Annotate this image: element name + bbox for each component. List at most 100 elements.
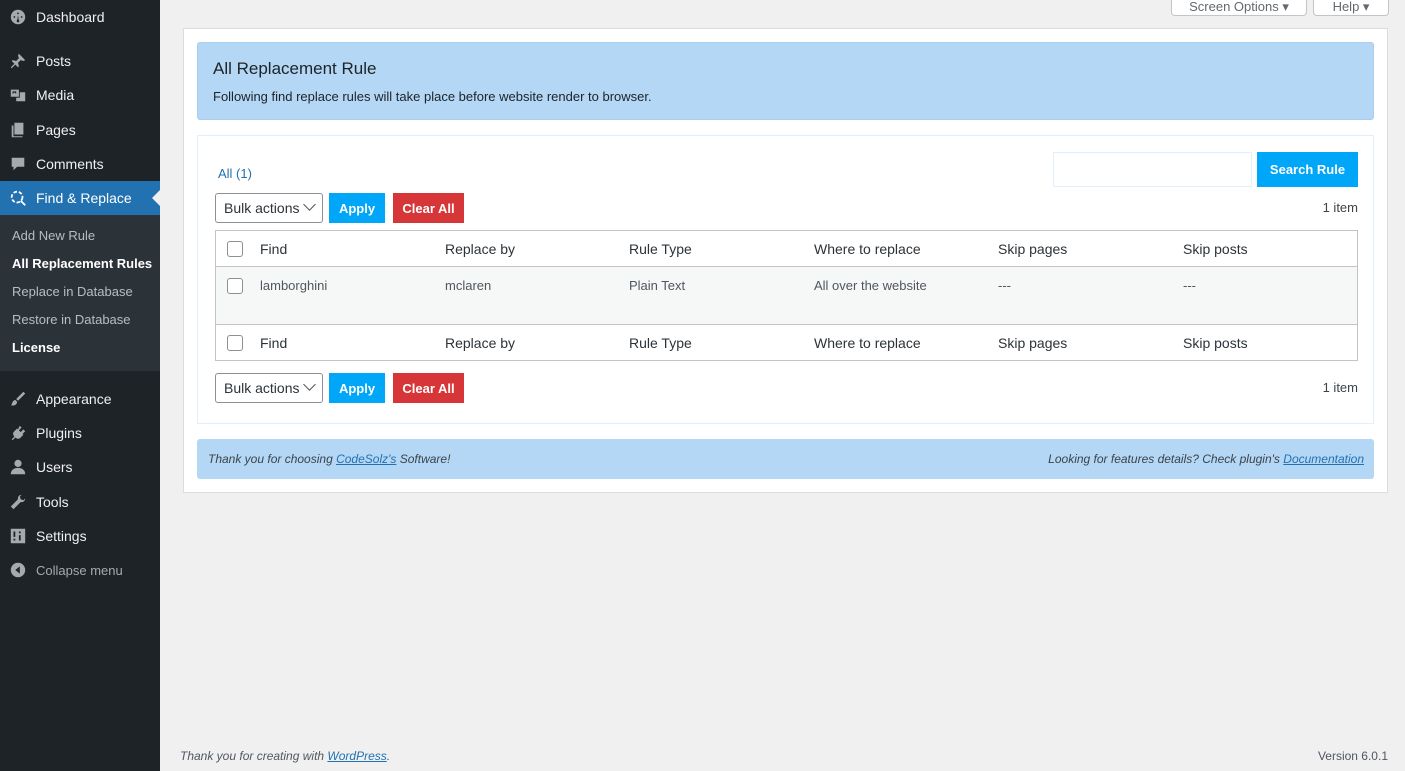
table-footer-row: Find Replace by Rule Type Where to repla… (216, 324, 1357, 360)
screen-options-button[interactable]: Screen Options ▾ (1171, 0, 1307, 16)
codesolz-link[interactable]: CodeSolz's (336, 452, 396, 466)
menu-comments[interactable]: Comments (0, 147, 160, 181)
chevron-down-icon (303, 378, 316, 391)
collapse-menu-button[interactable]: Collapse menu (0, 553, 160, 587)
submenu-replace-in-database[interactable]: Replace in Database (0, 278, 160, 306)
column-footer-skip-posts: Skip posts (1183, 334, 1248, 351)
collapse-icon (0, 561, 36, 579)
help-button[interactable]: Help ▾ (1313, 0, 1389, 16)
menu-settings[interactable]: Settings (0, 519, 160, 553)
menu-dashboard[interactable]: Dashboard (0, 0, 160, 34)
cell-replace-by: mclaren (445, 278, 492, 293)
cell-where-to-replace: All over the website (814, 278, 927, 293)
chevron-down-icon (303, 198, 316, 211)
plugin-footer-left: Thank you for choosing CodeSolz's Softwa… (208, 452, 450, 466)
menu-label: Users (36, 459, 73, 475)
menu-users[interactable]: Users (0, 450, 160, 484)
page-title: All Replacement Rule (213, 59, 377, 78)
menu-label: Settings (36, 528, 87, 544)
column-header-skip-pages: Skip pages (998, 240, 1068, 257)
settings-icon (0, 527, 36, 545)
comment-icon (0, 155, 36, 173)
cell-rule-type: Plain Text (629, 278, 686, 293)
find-replace-submenu: Add New Rule All Replacement Rules Repla… (0, 215, 160, 371)
search-rule-button[interactable]: Search Rule (1257, 152, 1358, 187)
documentation-link[interactable]: Documentation (1283, 452, 1364, 466)
menu-label: Find & Replace (36, 190, 132, 206)
menu-appearance[interactable]: Appearance (0, 382, 160, 416)
filter-all-link[interactable]: All (1) (218, 166, 252, 181)
user-icon (0, 458, 36, 476)
apply-button-bottom[interactable]: Apply (329, 373, 385, 403)
wp-footer-prefix: Thank you for creating with (180, 749, 328, 763)
find-replace-icon (0, 189, 36, 207)
menu-label: Tools (36, 494, 69, 510)
page-header-box: All Replacement Rule Following find repl… (197, 42, 1374, 120)
footer-left-suffix: Software! (396, 452, 451, 466)
cell-skip-pages: --- (998, 278, 1011, 293)
dashboard-icon (0, 8, 36, 26)
footer-left-prefix: Thank you for choosing (208, 452, 337, 466)
select-all-checkbox[interactable] (227, 240, 243, 257)
plugin-footer-right: Looking for features details? Check plug… (1048, 452, 1364, 466)
column-header-skip-posts: Skip posts (1183, 240, 1248, 257)
rules-list-box: All (1) Search Rule Bulk actions Apply C… (197, 135, 1374, 424)
pages-icon (0, 121, 36, 139)
menu-label: Comments (36, 156, 104, 172)
brush-icon (0, 390, 36, 408)
search-input[interactable] (1053, 152, 1252, 187)
bulk-actions-select-top[interactable]: Bulk actions (215, 193, 323, 223)
submenu-add-new-rule[interactable]: Add New Rule (0, 222, 160, 250)
clear-all-button-top[interactable]: Clear All (393, 193, 464, 223)
table-header-row: Find Replace by Rule Type Where to repla… (216, 231, 1357, 267)
bulk-actions-label: Bulk actions (224, 200, 300, 216)
wp-footer-thankyou: Thank you for creating with WordPress. (180, 749, 390, 763)
page-subtitle: Following find replace rules will take p… (213, 89, 652, 104)
cell-find[interactable]: lamborghini (260, 278, 327, 293)
column-footer-where-to-replace: Where to replace (814, 334, 921, 351)
column-footer-rule-type: Rule Type (629, 334, 692, 351)
plugin-footer-box: Thank you for choosing CodeSolz's Softwa… (197, 439, 1374, 479)
menu-tools[interactable]: Tools (0, 485, 160, 519)
menu-label: Media (36, 87, 75, 103)
column-header-where-to-replace: Where to replace (814, 240, 921, 257)
column-footer-replace-by: Replace by (445, 334, 516, 351)
menu-media[interactable]: Media (0, 78, 160, 112)
footer-right-prefix: Looking for features details? Check plug… (1048, 452, 1284, 466)
select-all-checkbox-footer[interactable] (227, 334, 243, 351)
media-icon (0, 86, 36, 104)
column-header-rule-type: Rule Type (629, 240, 692, 257)
rules-table: Find Replace by Rule Type Where to repla… (215, 230, 1358, 361)
wrench-icon (0, 493, 36, 511)
column-footer-skip-pages: Skip pages (998, 334, 1068, 351)
clear-all-button-bottom[interactable]: Clear All (393, 373, 464, 403)
plug-icon (0, 424, 36, 442)
collapse-label: Collapse menu (36, 562, 123, 578)
table-row: lamborghini mclaren Plain Text All over … (216, 267, 1357, 324)
menu-find-replace[interactable]: Find & Replace (0, 181, 160, 215)
column-footer-find: Find (260, 334, 288, 351)
apply-button-top[interactable]: Apply (329, 193, 385, 223)
menu-pages[interactable]: Pages (0, 113, 160, 147)
main-wrap: All Replacement Rule Following find repl… (183, 28, 1388, 493)
submenu-restore-in-database[interactable]: Restore in Database (0, 306, 160, 334)
menu-plugins[interactable]: Plugins (0, 416, 160, 450)
pin-icon (0, 52, 36, 70)
item-count-bottom: 1 item (1322, 380, 1358, 395)
wp-footer-suffix: . (386, 749, 391, 763)
menu-label: Pages (36, 122, 76, 138)
submenu-license[interactable]: License (0, 334, 160, 362)
column-header-replace-by: Replace by (445, 240, 516, 257)
bulk-actions-select-bottom[interactable]: Bulk actions (215, 373, 323, 403)
wordpress-link[interactable]: WordPress (327, 749, 386, 763)
item-count-top: 1 item (1322, 200, 1358, 215)
wp-version: Version 6.0.1 (1317, 749, 1388, 763)
menu-label: Posts (36, 53, 72, 69)
row-checkbox[interactable] (227, 278, 243, 294)
admin-sidebar: Dashboard Posts Media Pages Comments Fin… (0, 0, 160, 771)
cell-skip-posts: --- (1183, 278, 1196, 293)
menu-posts[interactable]: Posts (0, 44, 160, 78)
submenu-all-replacement-rules[interactable]: All Replacement Rules (0, 250, 160, 278)
menu-label: Dashboard (36, 9, 105, 25)
menu-label: Appearance (36, 391, 112, 407)
